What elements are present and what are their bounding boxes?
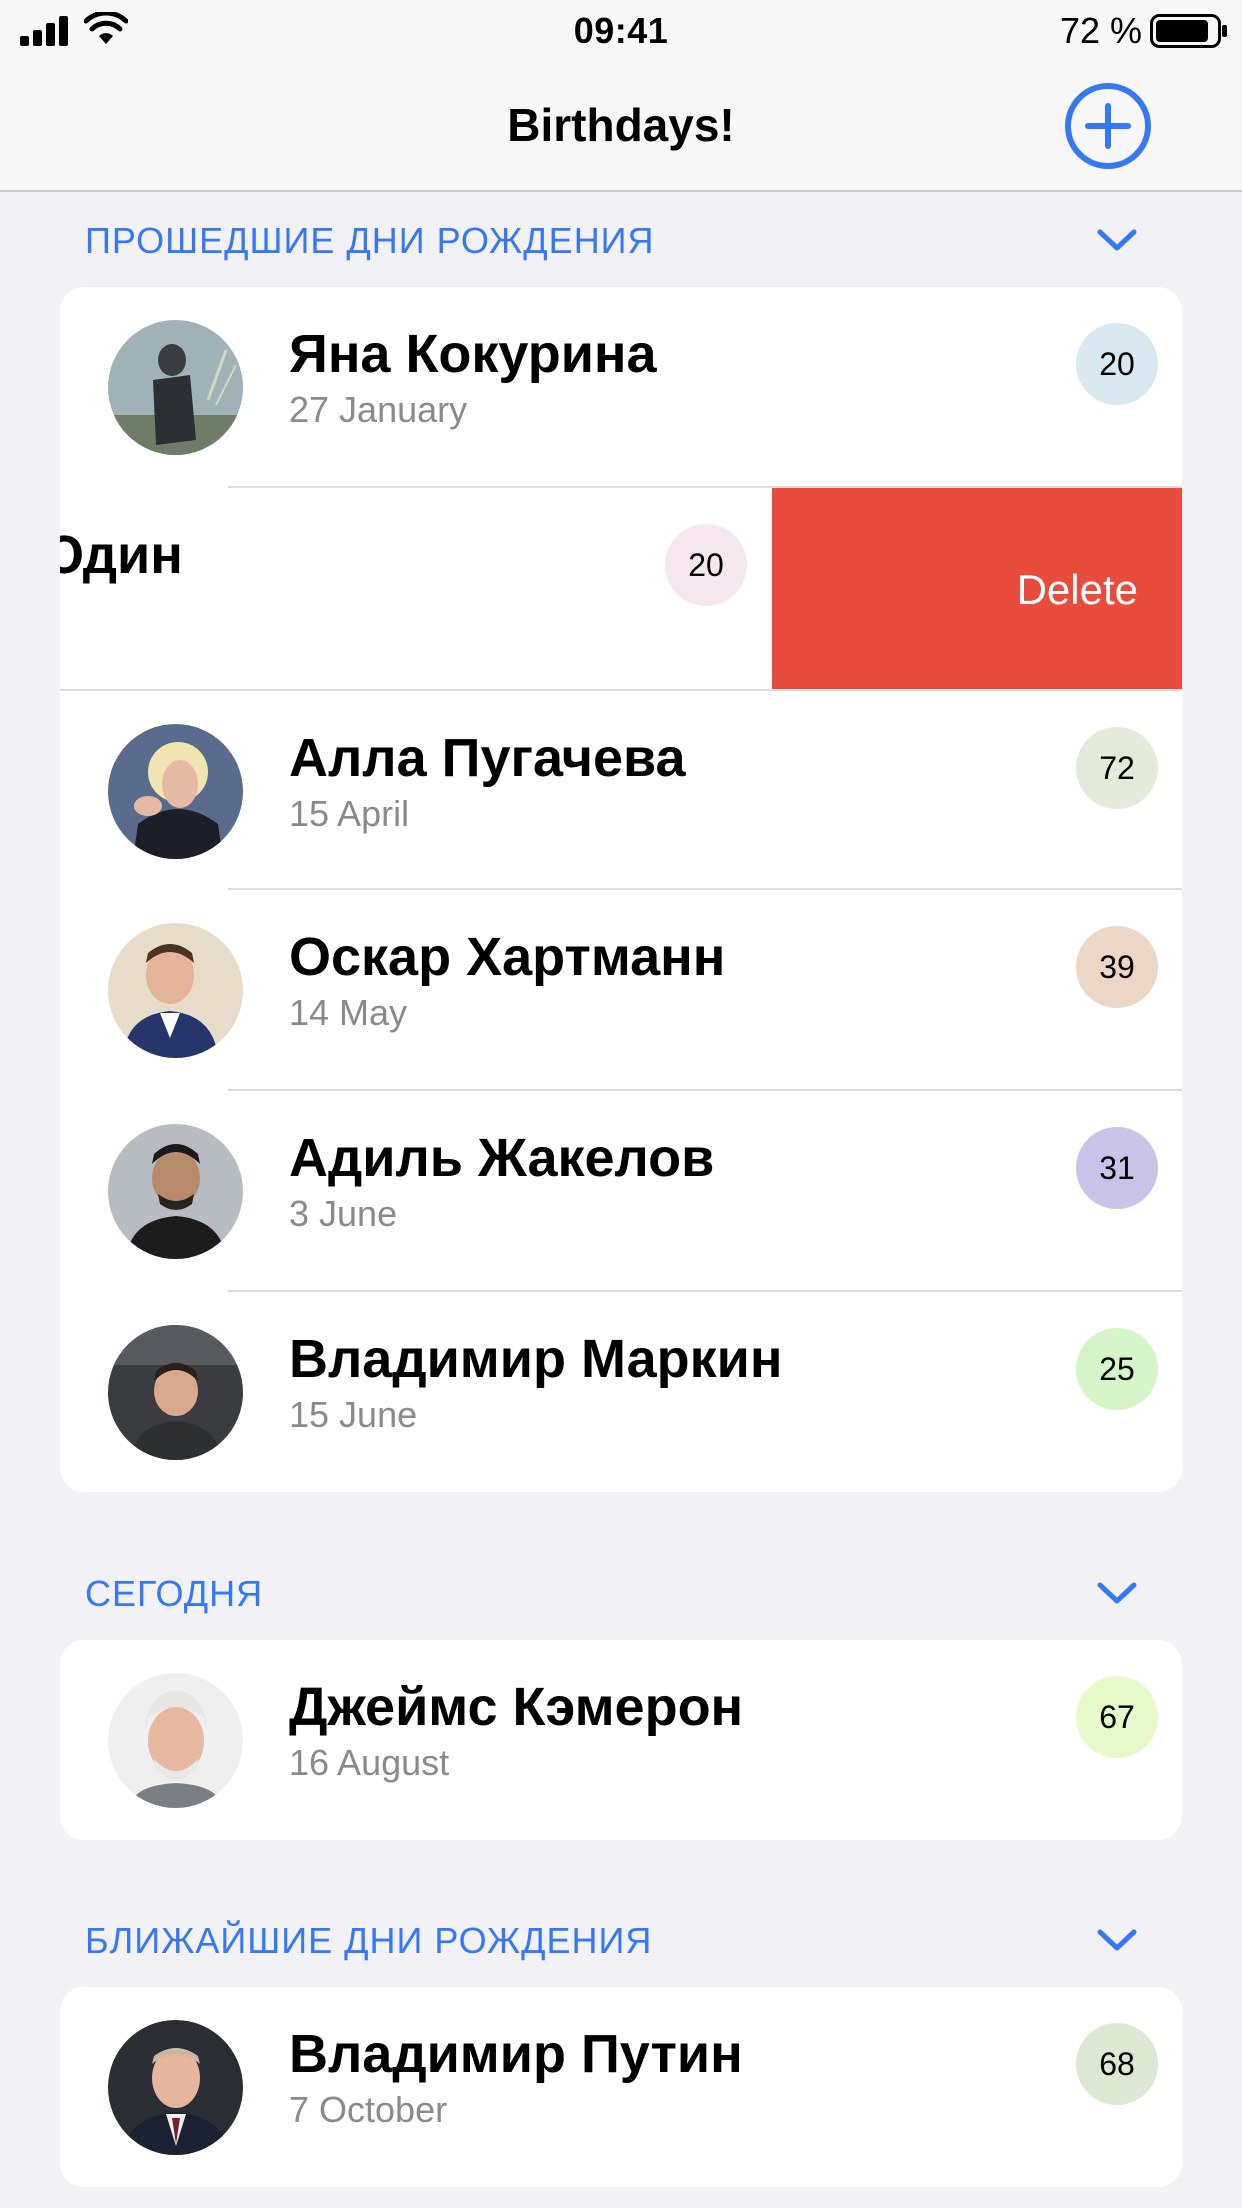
section-header-upcoming: БЛИЖАЙШИЕ ДНИ РОЖДЕНИЯ — [0, 1904, 1242, 1976]
page-title: Birthdays! — [507, 99, 735, 151]
section-title: ПРОШЕДШИЕ ДНИ РОЖДЕНИЯ — [85, 220, 655, 261]
today-birthdays-list: Джеймс Кэмерон 16 August 67 — [60, 1640, 1182, 1840]
avatar — [108, 1325, 243, 1460]
avatar — [108, 923, 243, 1058]
age-badge: 68 — [1076, 2023, 1158, 2105]
list-item[interactable]: Владимир Путин 7 October 68 — [60, 1987, 1182, 2187]
person-name: Владимир Маркин — [289, 1329, 783, 1389]
birth-date: 7 October — [289, 2089, 448, 2130]
upcoming-birthdays-list: Владимир Путин 7 October 68 — [60, 1987, 1182, 2187]
list-item[interactable]: Алла Пугачева 15 April 72 — [60, 689, 1182, 890]
delete-label: Delete — [1016, 566, 1138, 613]
list-item-swiped[interactable]: рий Юдин 20 Delete — [60, 488, 1182, 689]
past-birthdays-list: Яна Кокурина 27 January 20 рий Юдин 20 D… — [60, 287, 1182, 1492]
chevron-down-icon[interactable] — [1096, 1926, 1138, 1954]
age-badge: 67 — [1076, 1676, 1158, 1758]
list-item[interactable]: Оскар Хартманн 14 May 39 — [60, 890, 1182, 1091]
battery-icon — [1150, 14, 1227, 48]
chevron-down-icon[interactable] — [1096, 1579, 1138, 1607]
section-title: БЛИЖАЙШИЕ ДНИ РОЖДЕНИЯ — [85, 1920, 653, 1961]
person-name: Владимир Путин — [289, 2024, 743, 2084]
avatar — [108, 1673, 243, 1808]
birth-date: 16 August — [289, 1742, 450, 1783]
section-header-past: ПРОШЕДШИЕ ДНИ РОЖДЕНИЯ — [0, 204, 1242, 276]
age-badge: 31 — [1076, 1127, 1158, 1209]
section-title: СЕГОДНЯ — [85, 1573, 264, 1614]
chevron-down-icon[interactable] — [1096, 226, 1138, 254]
age-badge: 25 — [1076, 1328, 1158, 1410]
list-item[interactable]: Джеймс Кэмерон 16 August 67 — [60, 1640, 1182, 1840]
birth-date: 14 May — [289, 992, 408, 1033]
list-item[interactable]: Владимир Маркин 15 June 25 — [60, 1292, 1182, 1492]
status-time: 09:41 — [573, 10, 669, 51]
person-name: рий Юдин — [60, 525, 183, 585]
avatar — [108, 2020, 243, 2155]
age-badge: 39 — [1076, 926, 1158, 1008]
person-name: Алла Пугачева — [289, 728, 686, 788]
list-item[interactable]: Адиль Жакелов 3 June 31 — [60, 1091, 1182, 1292]
person-name: Адиль Жакелов — [289, 1128, 715, 1188]
birthdays-screen: 09:41 72 % Birthdays! ПРОШЕДШИЕ ДНИ РОЖД… — [0, 0, 1242, 2208]
avatar — [108, 320, 243, 455]
delete-button[interactable]: Delete — [772, 488, 1182, 689]
birth-date: 15 April — [289, 793, 410, 834]
age-badge: 20 — [1076, 323, 1158, 405]
status-bar: 09:41 72 % — [0, 0, 1242, 62]
section-header-today: СЕГОДНЯ — [0, 1557, 1242, 1629]
person-name: Яна Кокурина — [289, 324, 657, 384]
add-birthday-button[interactable] — [1064, 82, 1152, 170]
birth-date: 15 June — [289, 1394, 418, 1435]
age-badge: 72 — [1076, 727, 1158, 809]
age-badge: 20 — [665, 524, 747, 606]
avatar — [108, 1124, 243, 1259]
person-name: Оскар Хартманн — [289, 927, 726, 987]
list-item[interactable]: Яна Кокурина 27 January 20 — [60, 287, 1182, 488]
person-name: Джеймс Кэмерон — [289, 1677, 744, 1737]
birth-date: 27 January — [289, 389, 468, 430]
avatar — [108, 724, 243, 859]
birth-date: 3 June — [289, 1193, 398, 1234]
navigation-bar: Birthdays! — [0, 62, 1242, 192]
battery-percent: 72 % — [1059, 10, 1142, 51]
